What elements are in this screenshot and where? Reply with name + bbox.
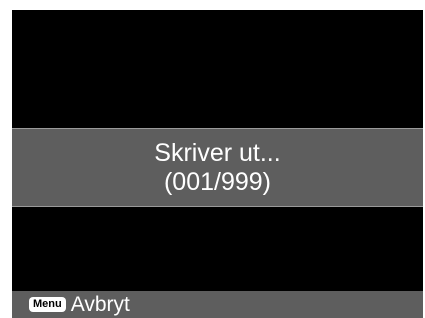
printing-status-panel: Skriver ut... (001/999) xyxy=(12,128,423,207)
camera-screen: Skriver ut... (001/999) Menu Avbryt xyxy=(12,10,423,318)
print-progress-text: (001/999) xyxy=(163,167,272,196)
cancel-label[interactable]: Avbryt xyxy=(71,293,130,317)
cancel-command-bar[interactable]: Menu Avbryt xyxy=(12,291,423,318)
menu-button-icon[interactable]: Menu xyxy=(29,297,66,312)
printing-status-text: Skriver ut... xyxy=(154,138,281,167)
